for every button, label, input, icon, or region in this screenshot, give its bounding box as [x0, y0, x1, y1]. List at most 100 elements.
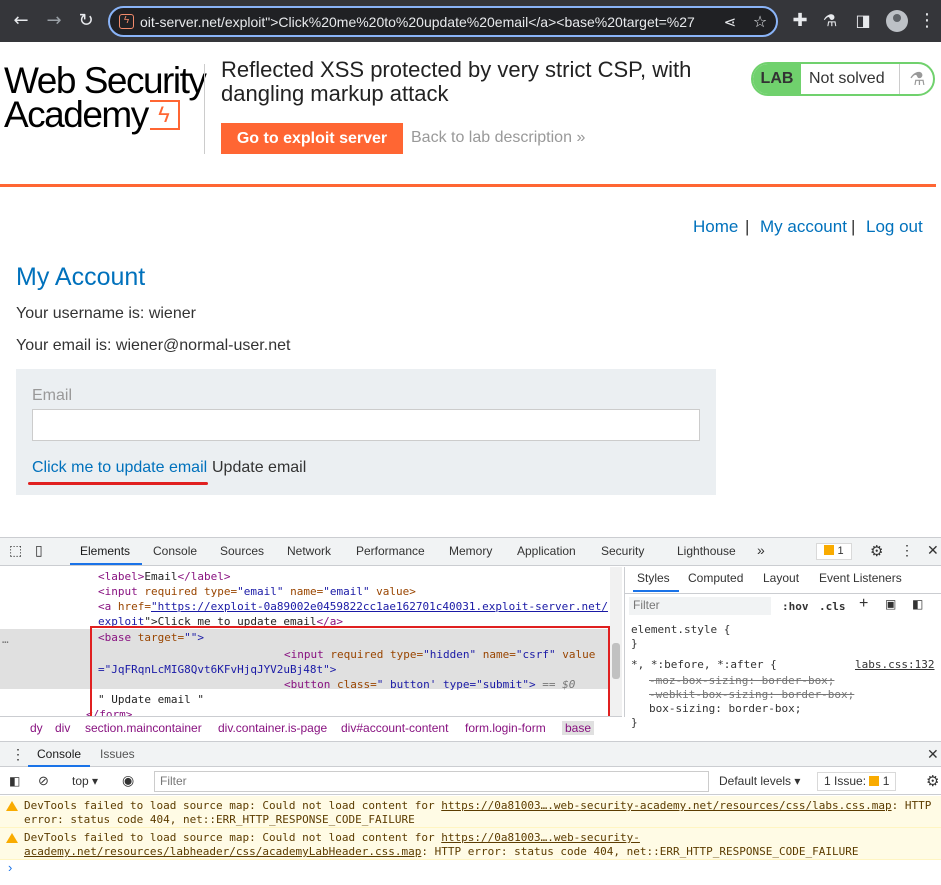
header-divider: [204, 64, 205, 154]
email-label: Email: [32, 387, 73, 404]
email-text: Your email is: wiener@normal-user.net: [16, 337, 291, 354]
tab-event-listeners[interactable]: Event Listeners: [819, 571, 902, 585]
nav-home-link[interactable]: Home: [693, 217, 738, 237]
labs-flask-icon[interactable]: ⚗: [818, 9, 842, 33]
hov-toggle[interactable]: :hov: [782, 600, 809, 613]
node-ellipsis-icon[interactable]: …: [2, 633, 9, 646]
close-drawer-icon[interactable]: ✕: [927, 746, 939, 763]
crumb-body[interactable]: dy: [30, 721, 43, 735]
style-prop-moz[interactable]: -moz-box-sizing: border-box;: [649, 674, 834, 687]
tab-performance[interactable]: Performance: [356, 544, 425, 558]
username-text: Your username is: wiener: [16, 305, 196, 322]
address-bar[interactable]: ϟ oit-server.net/exploit">Click%20me%20t…: [108, 6, 778, 37]
drawer-tab-issues[interactable]: Issues: [100, 747, 135, 761]
tab-sources[interactable]: Sources: [220, 544, 264, 558]
crumb-container[interactable]: div.container.is-page: [218, 721, 327, 735]
drawer-menu-icon[interactable]: ⋮: [11, 746, 25, 763]
chevron-right-icon: »: [576, 129, 586, 146]
styles-filter-input[interactable]: Filter: [629, 597, 771, 615]
share-icon[interactable]: ⋖: [718, 10, 742, 34]
console-filter-input[interactable]: Filter: [154, 771, 709, 792]
dom-node-label[interactable]: <label>Email</label>: [98, 570, 230, 583]
elements-tree: <label>Email</label> <input required typ…: [0, 567, 622, 717]
injected-update-link[interactable]: Click me to update email: [32, 459, 207, 477]
crumb-section[interactable]: section.maincontainer: [85, 721, 202, 735]
extensions-icon[interactable]: ✚: [788, 9, 812, 33]
tab-security[interactable]: Security: [601, 544, 644, 558]
toggle-sidebar-icon[interactable]: ◧: [912, 597, 923, 611]
console-warning: DevTools failed to load source map: Coul…: [0, 828, 941, 860]
rule-source-link[interactable]: labs.css:132: [855, 658, 934, 671]
url-text[interactable]: oit-server.net/exploit">Click%20me%20to%…: [140, 14, 722, 30]
console-issues-button[interactable]: 1 Issue: 1: [817, 772, 897, 791]
rule-close-brace-2: }: [631, 716, 638, 729]
devtools-tab-bar: ⬚ ▯ Elements Console Sources Network Per…: [0, 538, 941, 566]
console-prompt-icon[interactable]: ›: [8, 860, 12, 875]
tab-memory[interactable]: Memory: [449, 544, 492, 558]
cls-toggle[interactable]: .cls: [819, 600, 846, 613]
tab-styles[interactable]: Styles: [637, 571, 670, 585]
issues-badge[interactable]: 1: [816, 543, 852, 560]
more-tabs-icon[interactable]: »: [757, 542, 765, 558]
device-toggle-icon[interactable]: ▯: [35, 542, 43, 559]
tab-network[interactable]: Network: [287, 544, 331, 558]
bookmark-star-icon[interactable]: ☆: [748, 10, 772, 34]
page-title: My Account: [16, 263, 146, 291]
menu-kebab-icon[interactable]: ⋮: [915, 9, 939, 33]
crumb-account-content[interactable]: div#account-content: [341, 721, 448, 735]
logo-bolt-icon: ϟ: [150, 100, 180, 130]
tab-console[interactable]: Console: [153, 544, 197, 558]
nav-my-account-link[interactable]: My account: [760, 217, 847, 237]
scrollbar-thumb[interactable]: [612, 643, 620, 679]
console-toolbar: ◧ ⊘ top ▾ ◉ Filter Default levels ▾ 1 Is…: [0, 769, 941, 795]
source-map-link[interactable]: https://0a81003….web-security-academy.ne…: [441, 799, 891, 812]
nav-log-out-link[interactable]: Log out: [866, 217, 923, 237]
issue-flag-icon: [869, 776, 880, 786]
style-prop-box-sizing[interactable]: box-sizing: border-box;: [649, 702, 801, 715]
forward-icon[interactable]: →: [42, 9, 66, 33]
context-selector[interactable]: top ▾: [72, 774, 98, 788]
exploit-server-button[interactable]: Go to exploit server: [221, 123, 403, 154]
computed-styles-icon[interactable]: ▣: [885, 597, 896, 611]
devtools-menu-icon[interactable]: ⋮: [900, 542, 914, 559]
close-devtools-icon[interactable]: ✕: [927, 542, 939, 559]
elements-scrollbar[interactable]: [610, 567, 622, 717]
tab-application[interactable]: Application: [517, 544, 576, 558]
tab-computed[interactable]: Computed: [688, 571, 743, 585]
live-expression-eye-icon[interactable]: ◉: [122, 772, 134, 789]
console-sidebar-icon[interactable]: ◧: [9, 774, 20, 788]
flask-icon: ⚗: [899, 64, 933, 94]
tab-lighthouse[interactable]: Lighthouse: [677, 544, 736, 558]
clear-console-icon[interactable]: ⊘: [38, 773, 49, 789]
dom-node-input-email[interactable]: <input required type="email" name="email…: [98, 585, 416, 598]
new-rule-icon[interactable]: +: [859, 595, 868, 613]
lab-status-text: Not solved: [809, 70, 885, 87]
back-link-label: Back to lab description: [411, 129, 572, 146]
tab-layout[interactable]: Layout: [763, 571, 799, 585]
back-icon[interactable]: ←: [9, 9, 33, 33]
reload-icon[interactable]: ↻: [74, 9, 98, 33]
console-settings-icon[interactable]: ⚙: [926, 772, 939, 790]
profile-avatar[interactable]: [886, 10, 908, 32]
log-levels-dropdown[interactable]: Default levels ▾: [719, 774, 800, 788]
element-style-rule[interactable]: element.style {: [631, 623, 730, 636]
crumb-base[interactable]: base: [562, 721, 595, 735]
site-info-icon[interactable]: ϟ: [119, 14, 134, 29]
email-input[interactable]: [32, 409, 700, 441]
crumb-div[interactable]: div: [55, 721, 70, 735]
back-to-description-link[interactable]: Back to lab description »: [411, 129, 585, 147]
side-panel-icon[interactable]: ◨: [851, 9, 875, 33]
devtools-panel: ⬚ ▯ Elements Console Sources Network Per…: [0, 537, 941, 885]
drawer-tab-console[interactable]: Console: [37, 747, 81, 761]
annotation-box: [90, 626, 610, 717]
rule-selector[interactable]: *, *:before, *:after {: [631, 658, 777, 671]
drawer-tab-bar: ⋮ Console Issues ✕: [0, 741, 941, 767]
inspect-element-icon[interactable]: ⬚: [9, 542, 22, 559]
style-prop-webkit[interactable]: -webkit-box-sizing: border-box;: [649, 688, 854, 701]
tab-elements[interactable]: Elements: [80, 544, 130, 558]
dom-node-anchor[interactable]: <a href="https://exploit-0a89002e0459822…: [98, 600, 608, 613]
settings-gear-icon[interactable]: ⚙: [870, 542, 883, 560]
exploit-href-link[interactable]: "https://exploit-0a89002e0459822cc1ae162…: [151, 600, 608, 613]
lab-title: Reflected XSS protected by very strict C…: [221, 57, 692, 106]
crumb-form[interactable]: form.login-form: [465, 721, 546, 735]
